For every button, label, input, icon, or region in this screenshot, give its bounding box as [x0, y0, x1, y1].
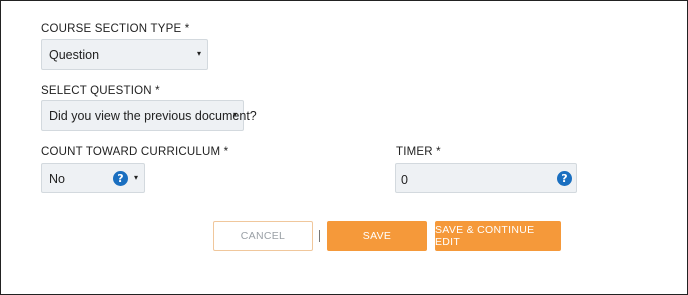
select-question-label: SELECT QUESTION * [41, 85, 160, 97]
button-separator [319, 230, 320, 242]
select-question-select[interactable]: Did you view the previous document? ▾ [41, 100, 257, 131]
course-section-type-value: Question [49, 48, 100, 62]
count-toward-curriculum-label: COUNT TOWARD CURRICULUM * [41, 146, 229, 158]
course-section-type-select[interactable]: Question ▾ [41, 39, 208, 70]
chevron-down-icon: ▾ [232, 110, 237, 119]
timer-input[interactable]: 0 ? [395, 163, 577, 193]
select-question-value: Did you view the previous document? [49, 109, 257, 123]
help-icon[interactable]: ? [557, 171, 572, 186]
count-toward-curriculum-value: No [49, 172, 65, 186]
chevron-down-icon: ▾ [133, 173, 138, 182]
course-section-type-label: COURSE SECTION TYPE * [41, 23, 190, 35]
save-button[interactable]: SAVE [327, 221, 427, 251]
timer-value: 0 [401, 173, 408, 187]
save-and-continue-edit-button[interactable]: SAVE & CONTINUE EDIT [435, 221, 561, 251]
help-icon[interactable]: ? [113, 171, 128, 186]
chevron-down-icon: ▾ [196, 49, 201, 58]
timer-label: TIMER * [396, 146, 441, 158]
cancel-button[interactable]: CANCEL [213, 221, 313, 251]
count-toward-curriculum-select[interactable]: No ? ▾ [41, 163, 145, 193]
form-panel: COURSE SECTION TYPE * Question ▾ SELECT … [0, 0, 688, 295]
